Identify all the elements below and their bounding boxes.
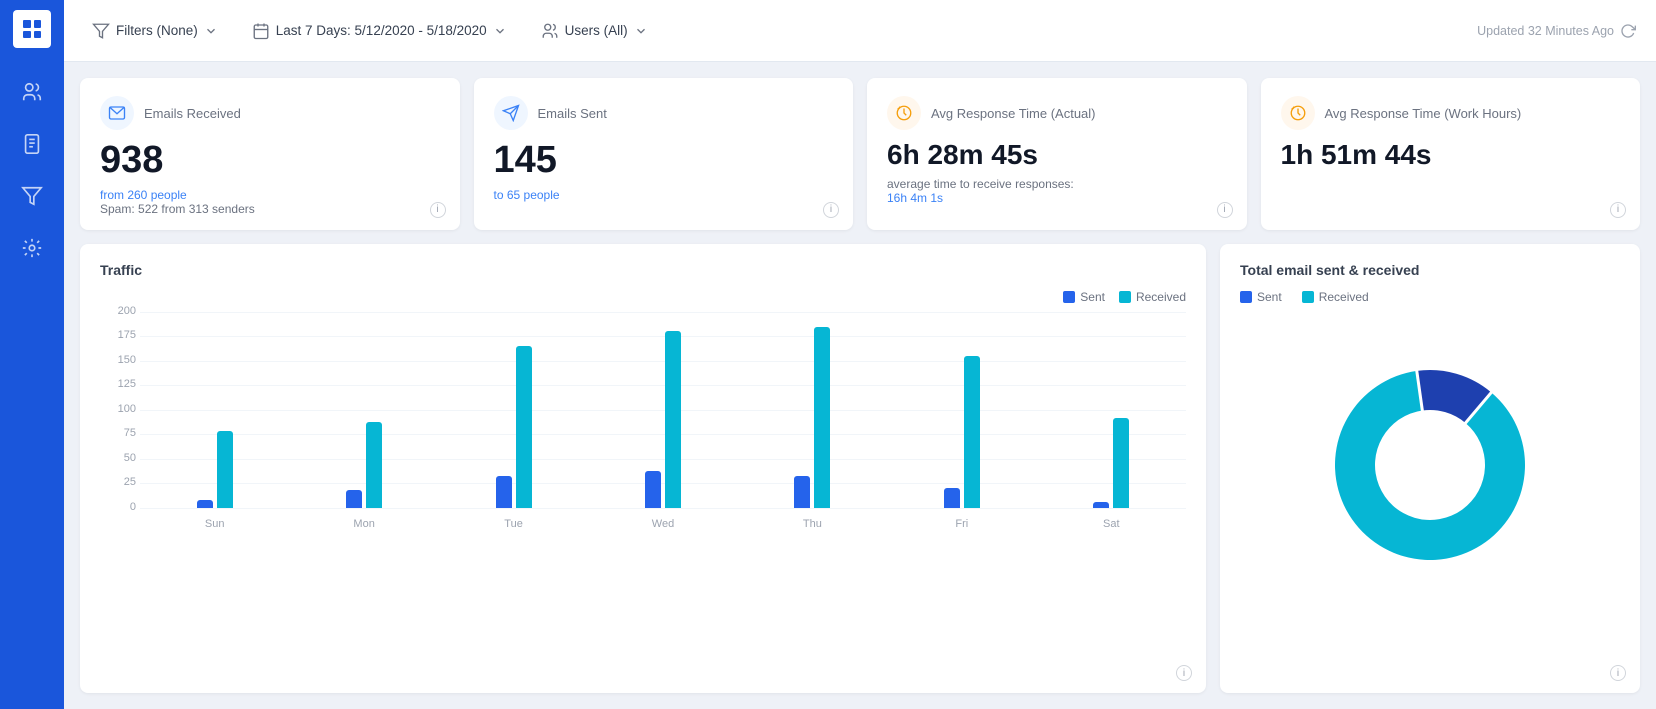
bar-sent-sun [197,500,213,508]
users-filter-button[interactable]: Users (All) [533,17,656,45]
emails-received-icon [100,96,134,130]
bar-received-mon [366,422,382,508]
avg-work-icon [1281,96,1315,130]
emails-received-label: Emails Received [144,106,241,121]
charts-row: Traffic Sent Received 200175150125100755… [80,244,1640,693]
avg-actual-sub2: 16h 4m 1s [887,191,1227,205]
sidebar-icon-filter[interactable] [0,170,64,222]
avg-actual-icon [887,96,921,130]
emails-received-value: 938 [100,140,440,182]
donut-legend-sent: Sent [1240,290,1282,304]
donut-legend-received-dot [1302,291,1314,303]
avg-actual-info[interactable]: i [1217,202,1233,218]
emails-sent-info[interactable]: i [823,202,839,218]
stat-cards-row: Emails Received 938 from 260 people Spam… [80,78,1640,230]
sidebar-icon-settings[interactable] [0,222,64,274]
sidebar-icon-users[interactable] [0,66,64,118]
legend-received-label: Received [1136,290,1186,304]
avg-actual-sub1: average time to receive responses: [887,177,1227,191]
bar-received-thu [814,327,830,508]
bar-group-tue [439,312,588,508]
emails-sent-icon [494,96,528,130]
day-label-tue: Tue [439,518,588,530]
filter-label: Filters (None) [116,23,198,38]
day-label-thu: Thu [738,518,887,530]
day-label-mon: Mon [289,518,438,530]
donut-chart-info[interactable]: i [1610,665,1626,681]
donut-legend-sent-label: Sent [1257,290,1282,304]
content-area: Emails Received 938 from 260 people Spam… [64,62,1656,709]
donut-legend-sent-dot [1240,291,1252,303]
avg-actual-value: 6h 28m 45s [887,140,1227,171]
donut-svg [1310,345,1550,585]
bar-group-wed [588,312,737,508]
traffic-chart-info[interactable]: i [1176,665,1192,681]
avg-work-label: Avg Response Time (Work Hours) [1325,106,1522,121]
stat-card-avg-work: Avg Response Time (Work Hours) 1h 51m 44… [1261,78,1641,230]
avg-work-info[interactable]: i [1610,202,1626,218]
bar-group-sun [140,312,289,508]
legend-sent-dot [1063,291,1075,303]
emails-sent-sub1: to 65 people [494,188,834,202]
stat-card-emails-sent: Emails Sent 145 to 65 people i [474,78,854,230]
updated-status: Updated 32 Minutes Ago [1477,23,1636,39]
bar-sent-wed [645,471,661,508]
updated-label: Updated 32 Minutes Ago [1477,24,1614,38]
bar-sent-mon [346,490,362,508]
bar-group-sat [1037,312,1186,508]
users-label: Users (All) [565,23,628,38]
sidebar [0,0,64,709]
sidebar-icon-reports[interactable] [0,118,64,170]
bar-sent-thu [794,476,810,507]
donut-legend-received: Received [1302,290,1369,304]
bar-group-thu [738,312,887,508]
toolbar: Filters (None) Last 7 Days: 5/12/2020 - … [64,0,1656,62]
bar-received-tue [516,346,532,508]
bar-received-sun [217,431,233,507]
sidebar-logo[interactable] [13,10,51,48]
legend-received: Received [1119,290,1186,304]
emails-received-sub1: from 260 people [100,188,440,202]
emails-received-sub2: Spam: 522 from 313 senders [100,202,440,216]
date-label: Last 7 Days: 5/12/2020 - 5/18/2020 [276,23,487,38]
emails-sent-value: 145 [494,140,834,182]
donut-legend: Sent Received [1240,290,1620,304]
traffic-chart-card: Traffic Sent Received 200175150125100755… [80,244,1206,693]
donut-chart-container [1240,320,1620,600]
bar-received-fri [964,356,980,508]
bar-sent-fri [944,488,960,508]
refresh-icon[interactable] [1620,23,1636,39]
bar-sent-tue [496,476,512,507]
avg-actual-label: Avg Response Time (Actual) [931,106,1096,121]
date-filter-button[interactable]: Last 7 Days: 5/12/2020 - 5/18/2020 [244,17,515,45]
day-label-fri: Fri [887,518,1036,530]
bar-group-fri [887,312,1036,508]
legend-sent-label: Sent [1080,290,1105,304]
emails-sent-label: Emails Sent [538,106,607,121]
legend-received-dot [1119,291,1131,303]
main-area: Filters (None) Last 7 Days: 5/12/2020 - … [64,0,1656,709]
stat-card-emails-received: Emails Received 938 from 260 people Spam… [80,78,460,230]
bar-chart-container: 2001751501251007550250SunMonTueWedThuFri… [100,312,1186,532]
bar-group-mon [289,312,438,508]
donut-chart-title: Total email sent & received [1240,262,1620,278]
bar-sent-sat [1093,502,1109,508]
bar-received-wed [665,331,681,507]
day-label-sun: Sun [140,518,289,530]
legend-sent: Sent [1063,290,1105,304]
bar-chart-legend: Sent Received [100,290,1186,304]
logo-grid [23,20,41,38]
filter-button[interactable]: Filters (None) [84,17,226,45]
donut-legend-received-label: Received [1319,290,1369,304]
stat-card-avg-actual: Avg Response Time (Actual) 6h 28m 45s av… [867,78,1247,230]
emails-received-info[interactable]: i [430,202,446,218]
avg-work-value: 1h 51m 44s [1281,140,1621,171]
donut-chart-card: Total email sent & received Sent Receive… [1220,244,1640,693]
traffic-chart-title: Traffic [100,262,1186,278]
bar-received-sat [1113,418,1129,508]
day-label-wed: Wed [588,518,737,530]
day-label-sat: Sat [1037,518,1186,530]
